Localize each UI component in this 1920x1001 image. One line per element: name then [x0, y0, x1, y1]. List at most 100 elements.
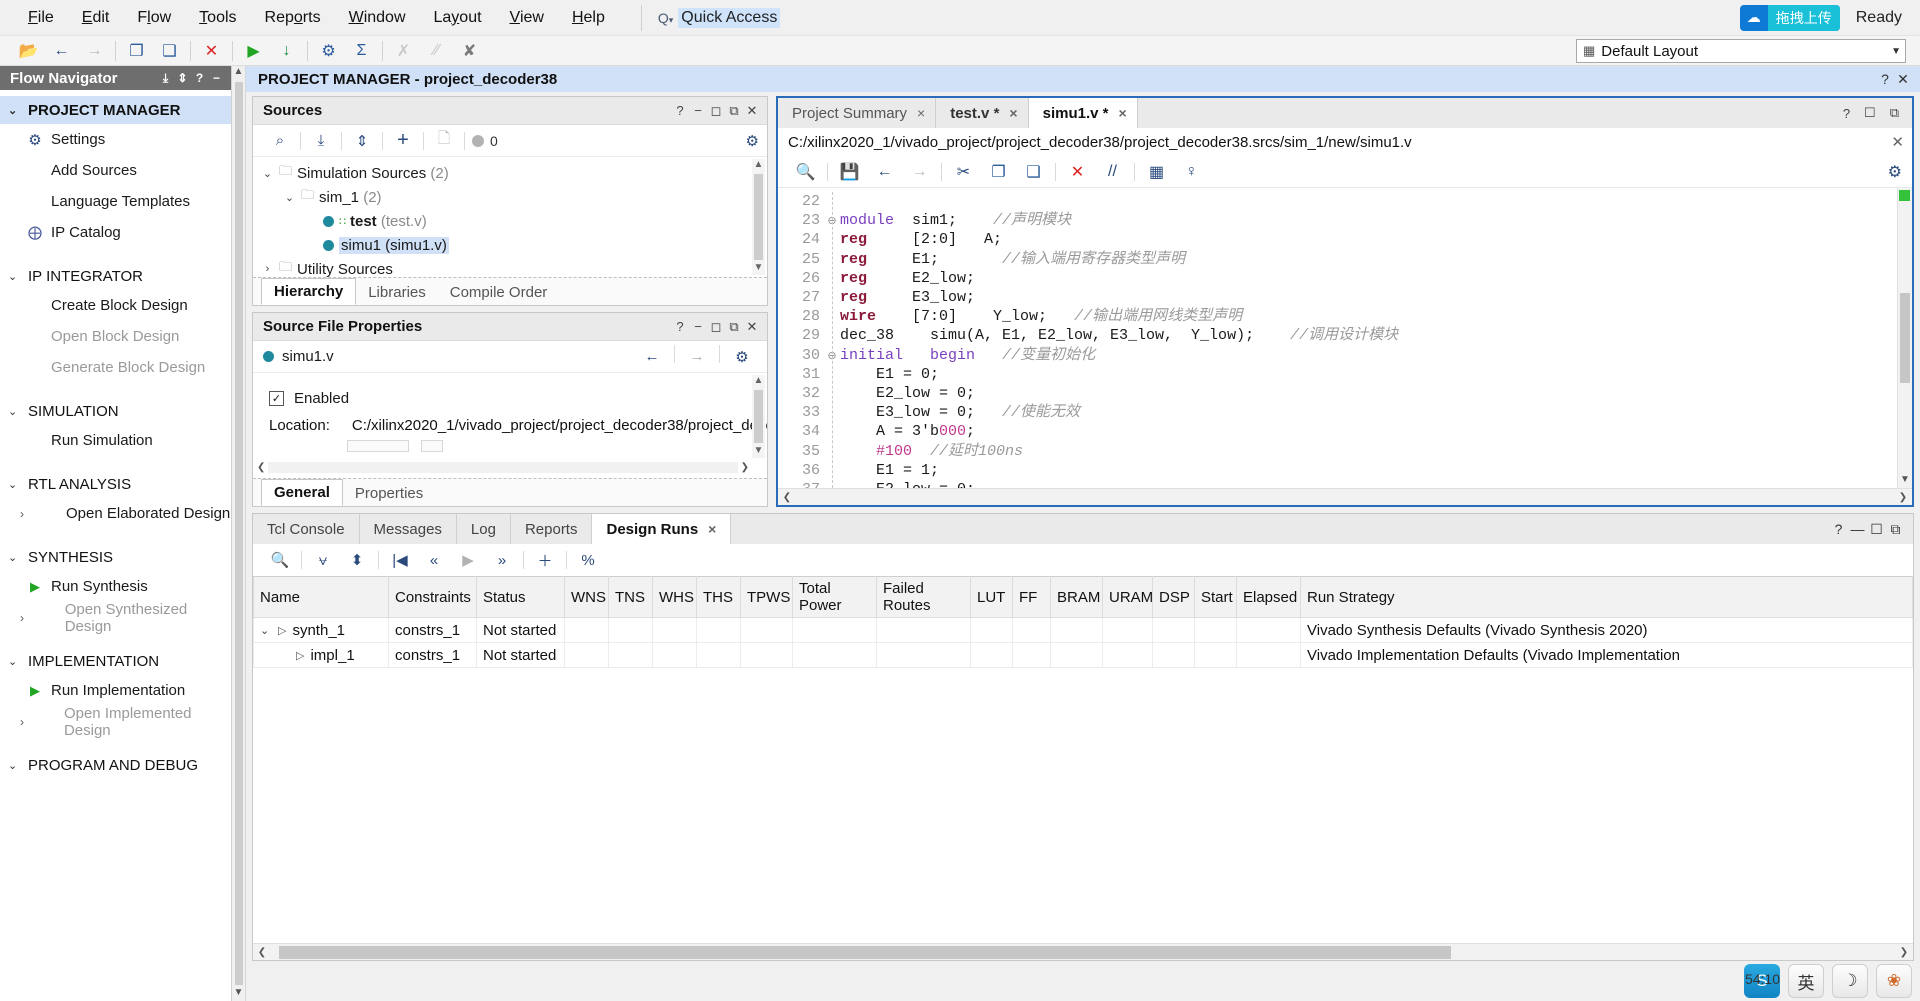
layout-select[interactable]: ▦ Default Layout ▼: [1576, 39, 1906, 63]
sidebar-item-run-implementation[interactable]: ▶ Run Implementation: [0, 675, 231, 706]
scroll-thumb[interactable]: [279, 945, 1452, 959]
flower-icon[interactable]: ❀: [1876, 964, 1912, 998]
column-header[interactable]: Run Strategy: [1300, 576, 1913, 618]
back-icon[interactable]: ←: [635, 345, 669, 369]
menu-item-tools[interactable]: Tools: [185, 5, 250, 31]
copy-icon[interactable]: ❐: [981, 160, 1016, 184]
cross-probe-icon[interactable]: ✗: [387, 39, 420, 63]
undo-icon[interactable]: ←: [45, 39, 78, 63]
copy-icon[interactable]: ❐: [120, 39, 153, 63]
scroll-right-icon[interactable]: ❯: [741, 462, 749, 473]
bottom-tab-log[interactable]: Log: [457, 514, 511, 544]
close-icon[interactable]: ×: [1118, 105, 1126, 121]
maximize-icon[interactable]: ☐: [1867, 521, 1886, 538]
no-schematic-icon[interactable]: ✘: [453, 39, 486, 63]
column-header[interactable]: LUT: [970, 576, 1013, 618]
collapse-all-icon[interactable]: ⩝: [306, 548, 340, 572]
nav-section-project-manager[interactable]: ⌄ PROJECT MANAGER: [0, 96, 231, 124]
scroll-thumb[interactable]: [234, 82, 243, 985]
editor-tab-project-summary[interactable]: Project Summary ×: [778, 98, 937, 128]
chevron-icon[interactable]: ⌄: [260, 624, 272, 637]
fold-toggle[interactable]: [824, 480, 840, 488]
sources-tree[interactable]: ▲ ▼ ⌄ 🗀 Simulation Sources (2) ⌄ 🗀 sim_1 (2) ∷…: [253, 157, 767, 277]
float-icon[interactable]: ⧉: [725, 103, 743, 119]
sidebar-item-add-sources[interactable]: Add Sources: [0, 155, 231, 186]
next-icon[interactable]: »: [485, 548, 519, 572]
sfp-scrollbar[interactable]: ▲ ▼: [752, 375, 765, 458]
bottom-tab-tcl-console[interactable]: Tcl Console: [253, 514, 360, 544]
table-row[interactable]: ⌄ ▷ synth_1 constrs_1 Not started Vivado Synt…: [253, 617, 1913, 643]
sidebar-item-open-elaborated-design[interactable]: › Open Elaborated Design: [0, 498, 231, 529]
sidebar-item-open-block-design[interactable]: Open Block Design: [0, 321, 231, 352]
tree-node[interactable]: ⌄ 🗀 sim_1 (2): [253, 185, 767, 209]
sidebar-item-ip-catalog[interactable]: ⨁ IP Catalog: [0, 217, 231, 248]
scroll-right-icon[interactable]: ❯: [1896, 492, 1910, 503]
scroll-thumb[interactable]: [754, 174, 763, 260]
column-header[interactable]: Start: [1194, 576, 1237, 618]
sort-icon[interactable]: ⇕: [174, 71, 191, 85]
fold-toggle[interactable]: [824, 230, 840, 249]
column-header[interactable]: URAM: [1102, 576, 1153, 618]
fold-toggle[interactable]: [824, 384, 840, 403]
column-header[interactable]: WNS: [564, 576, 609, 618]
fold-toggle[interactable]: [824, 269, 840, 288]
delete-icon[interactable]: ✕: [1060, 160, 1095, 184]
add-sources-icon[interactable]: +: [386, 129, 420, 153]
column-header[interactable]: THS: [696, 576, 741, 618]
chevron-icon[interactable]: ⌄: [283, 191, 296, 204]
editor-tab-test-v[interactable]: test.v * ×: [936, 98, 1029, 128]
close-icon[interactable]: ×: [708, 521, 716, 537]
menu-item-layout[interactable]: Layout: [420, 5, 496, 31]
menu-item-edit[interactable]: Edit: [68, 5, 124, 31]
comment-icon[interactable]: //: [1095, 160, 1130, 184]
settings-gear-icon[interactable]: ⚙: [312, 39, 345, 63]
minimize-icon[interactable]: −: [689, 319, 707, 334]
editor-scrollbar[interactable]: ▲ ▼: [1897, 188, 1912, 488]
close-icon[interactable]: ✕: [743, 103, 761, 119]
code-scroll-wrap[interactable]: 22232425262728293031323334353637 ⊖⊖ modu…: [778, 188, 1897, 488]
bulb-icon[interactable]: ♀: [1174, 160, 1209, 184]
scroll-thumb[interactable]: [754, 390, 763, 443]
help-icon[interactable]: ?: [191, 71, 208, 85]
report-icon[interactable]: ↓: [270, 39, 303, 63]
scroll-up-icon[interactable]: ▲: [754, 159, 764, 172]
column-header[interactable]: TNS: [608, 576, 653, 618]
maximize-icon[interactable]: ◻: [707, 103, 725, 119]
fold-toggle[interactable]: [824, 288, 840, 307]
sum-icon[interactable]: Σ: [345, 39, 378, 63]
add-icon[interactable]: ＋: [528, 548, 562, 572]
table-row[interactable]: ▷ impl_1 constrs_1 Not started Vivado Implem…: [253, 642, 1913, 668]
close-icon[interactable]: ✕: [1891, 133, 1904, 151]
close-icon[interactable]: ✕: [743, 319, 761, 335]
chevron-icon[interactable]: ⌄: [261, 167, 274, 180]
bottom-tab-reports[interactable]: Reports: [511, 514, 593, 544]
fold-toggle[interactable]: [824, 192, 840, 211]
menu-item-view[interactable]: View: [496, 5, 558, 31]
close-icon[interactable]: ×: [1009, 105, 1017, 121]
code-text[interactable]: module sim1; //声明模块 reg [2:0] A; reg E1; /…: [840, 188, 1897, 488]
tab-general[interactable]: General: [261, 479, 343, 506]
scroll-down-icon[interactable]: ▼: [234, 987, 244, 1001]
help-icon[interactable]: ?: [671, 103, 689, 118]
redo-icon[interactable]: →: [902, 160, 937, 184]
menu-item-window[interactable]: Window: [335, 5, 420, 31]
play-icon[interactable]: ▶: [451, 548, 485, 572]
fold-toggle[interactable]: [824, 441, 840, 460]
column-header[interactable]: Failed Routes: [876, 576, 971, 618]
scroll-up-icon[interactable]: ▲: [754, 375, 764, 388]
nav-section-ip-integrator[interactable]: ⌄ IP INTEGRATOR: [0, 262, 231, 290]
fold-toggle[interactable]: [824, 326, 840, 345]
fold-toggle[interactable]: [824, 461, 840, 480]
sidebar-item-create-block-design[interactable]: Create Block Design: [0, 290, 231, 321]
column-header[interactable]: Constraints: [388, 576, 477, 618]
run-play-icon[interactable]: ▷: [296, 649, 304, 662]
enabled-checkbox[interactable]: ✓: [269, 390, 284, 406]
tree-node[interactable]: simu1 (simu1.v): [253, 233, 767, 257]
scroll-up-icon[interactable]: ▲: [234, 66, 244, 80]
expand-all-icon[interactable]: ⇕: [345, 129, 379, 153]
scroll-right-icon[interactable]: ❯: [1897, 947, 1911, 958]
design-runs-hscrollbar[interactable]: ❮ ❯: [253, 943, 1913, 960]
minimize-icon[interactable]: −: [689, 103, 707, 118]
paste-icon[interactable]: ❑: [1016, 160, 1051, 184]
quick-access-input[interactable]: Quick Access: [678, 7, 781, 28]
